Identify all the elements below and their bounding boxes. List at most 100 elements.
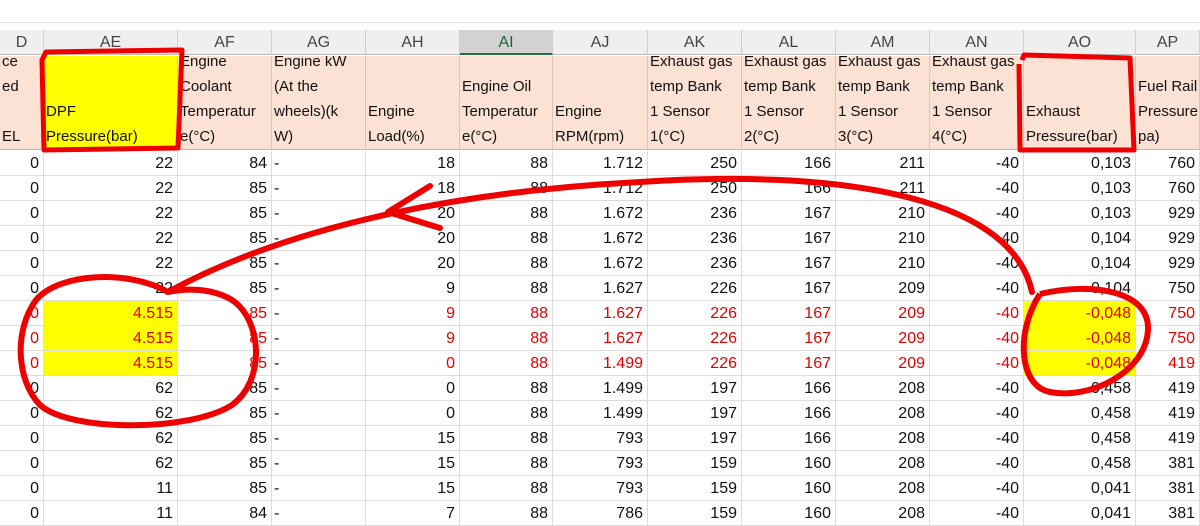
- header-cell-am[interactable]: Exhaust gas temp Bank 1 Sensor 3(°C): [836, 56, 930, 150]
- cell-ag-row-2[interactable]: -: [272, 176, 366, 201]
- cell-af-row-1[interactable]: 84: [178, 151, 272, 176]
- cell-d-row-13[interactable]: 0: [0, 451, 44, 476]
- cell-ap-row-13[interactable]: 381: [1136, 451, 1200, 476]
- cell-ah-row-3[interactable]: 20: [366, 201, 460, 226]
- cell-ak-row-3[interactable]: 236: [648, 201, 742, 226]
- cell-ag-row-5[interactable]: -: [272, 251, 366, 276]
- cell-ah-row-14[interactable]: 15: [366, 476, 460, 501]
- cell-ap-row-12[interactable]: 419: [1136, 426, 1200, 451]
- cell-aj-row-3[interactable]: 1.672: [553, 201, 648, 226]
- cell-an-row-12[interactable]: -40: [930, 426, 1024, 451]
- cell-ae-row-3[interactable]: 22: [44, 201, 178, 226]
- header-cell-ap[interactable]: Fuel Rail Pressure pa): [1136, 56, 1200, 150]
- column-header-am[interactable]: AM: [836, 30, 930, 55]
- cell-an-row-8[interactable]: -40: [930, 326, 1024, 351]
- header-cell-ag[interactable]: Engine kW (At the wheels)(k W): [272, 56, 366, 150]
- cell-ah-row-10[interactable]: 0: [366, 376, 460, 401]
- cell-al-row-8[interactable]: 167: [742, 326, 836, 351]
- cell-ag-row-10[interactable]: -: [272, 376, 366, 401]
- cell-d-row-9[interactable]: 0: [0, 351, 44, 376]
- cell-af-row-11[interactable]: 85: [178, 401, 272, 426]
- cell-am-row-6[interactable]: 209: [836, 276, 930, 301]
- cell-am-row-3[interactable]: 210: [836, 201, 930, 226]
- cell-ak-row-6[interactable]: 226: [648, 276, 742, 301]
- header-cell-ak[interactable]: Exhaust gas temp Bank 1 Sensor 1(°C): [648, 56, 742, 150]
- column-header-an[interactable]: AN: [930, 30, 1024, 55]
- cell-af-row-9[interactable]: 85: [178, 351, 272, 376]
- cell-am-row-7[interactable]: 209: [836, 301, 930, 326]
- cell-ag-row-12[interactable]: -: [272, 426, 366, 451]
- cell-ak-row-9[interactable]: 226: [648, 351, 742, 376]
- header-cell-af[interactable]: Engine Coolant Temperatur e(°C): [178, 56, 272, 150]
- cell-ap-row-4[interactable]: 929: [1136, 226, 1200, 251]
- column-header-ae[interactable]: AE: [44, 30, 178, 55]
- header-cell-ai[interactable]: Engine Oil Temperatur e(°C): [460, 56, 553, 150]
- cell-ag-row-8[interactable]: -: [272, 326, 366, 351]
- cell-af-row-3[interactable]: 85: [178, 201, 272, 226]
- cell-ae-row-9[interactable]: 4.515: [44, 351, 178, 376]
- column-header-af[interactable]: AF: [178, 30, 272, 55]
- cell-ap-row-2[interactable]: 760: [1136, 176, 1200, 201]
- cell-am-row-11[interactable]: 208: [836, 401, 930, 426]
- column-header-al[interactable]: AL: [742, 30, 836, 55]
- cell-ai-row-7[interactable]: 88: [460, 301, 553, 326]
- cell-ai-row-10[interactable]: 88: [460, 376, 553, 401]
- cell-ag-row-11[interactable]: -: [272, 401, 366, 426]
- cell-af-row-8[interactable]: 85: [178, 326, 272, 351]
- cell-ao-row-3[interactable]: 0,103: [1024, 201, 1136, 226]
- cell-am-row-2[interactable]: 211: [836, 176, 930, 201]
- cell-d-row-4[interactable]: 0: [0, 226, 44, 251]
- cell-ak-row-10[interactable]: 197: [648, 376, 742, 401]
- cell-ae-row-10[interactable]: 62: [44, 376, 178, 401]
- cell-al-row-5[interactable]: 167: [742, 251, 836, 276]
- cell-ai-row-4[interactable]: 88: [460, 226, 553, 251]
- cell-ao-row-15[interactable]: 0,041: [1024, 501, 1136, 526]
- cell-ae-row-11[interactable]: 62: [44, 401, 178, 426]
- cell-ak-row-5[interactable]: 236: [648, 251, 742, 276]
- cell-ao-row-14[interactable]: 0,041: [1024, 476, 1136, 501]
- cell-aj-row-12[interactable]: 793: [553, 426, 648, 451]
- cell-d-row-8[interactable]: 0: [0, 326, 44, 351]
- cell-ak-row-1[interactable]: 250: [648, 151, 742, 176]
- cell-al-row-2[interactable]: 166: [742, 176, 836, 201]
- cell-aj-row-2[interactable]: 1.712: [553, 176, 648, 201]
- cell-ah-row-8[interactable]: 9: [366, 326, 460, 351]
- cell-aj-row-5[interactable]: 1.672: [553, 251, 648, 276]
- cell-ae-row-7[interactable]: 4.515: [44, 301, 178, 326]
- cell-an-row-10[interactable]: -40: [930, 376, 1024, 401]
- cell-ap-row-10[interactable]: 419: [1136, 376, 1200, 401]
- cell-aj-row-11[interactable]: 1.499: [553, 401, 648, 426]
- cell-ag-row-4[interactable]: -: [272, 226, 366, 251]
- cell-ap-row-3[interactable]: 929: [1136, 201, 1200, 226]
- cell-am-row-14[interactable]: 208: [836, 476, 930, 501]
- cell-ak-row-8[interactable]: 226: [648, 326, 742, 351]
- cell-ai-row-2[interactable]: 88: [460, 176, 553, 201]
- cell-ao-row-2[interactable]: 0,103: [1024, 176, 1136, 201]
- cell-an-row-7[interactable]: -40: [930, 301, 1024, 326]
- cell-ah-row-15[interactable]: 7: [366, 501, 460, 526]
- cell-ai-row-15[interactable]: 88: [460, 501, 553, 526]
- cell-an-row-3[interactable]: -40: [930, 201, 1024, 226]
- cell-ap-row-7[interactable]: 750: [1136, 301, 1200, 326]
- cell-al-row-4[interactable]: 167: [742, 226, 836, 251]
- cell-an-row-14[interactable]: -40: [930, 476, 1024, 501]
- cell-ao-row-12[interactable]: 0,458: [1024, 426, 1136, 451]
- cell-al-row-12[interactable]: 166: [742, 426, 836, 451]
- cell-ae-row-5[interactable]: 22: [44, 251, 178, 276]
- cell-d-row-12[interactable]: 0: [0, 426, 44, 451]
- cell-an-row-15[interactable]: -40: [930, 501, 1024, 526]
- cell-ap-row-6[interactable]: 750: [1136, 276, 1200, 301]
- cell-d-row-7[interactable]: 0: [0, 301, 44, 326]
- cell-ag-row-1[interactable]: -: [272, 151, 366, 176]
- column-header-ah[interactable]: AH: [366, 30, 460, 55]
- cell-ao-row-4[interactable]: 0,104: [1024, 226, 1136, 251]
- cell-an-row-9[interactable]: -40: [930, 351, 1024, 376]
- cell-ap-row-15[interactable]: 381: [1136, 501, 1200, 526]
- cell-aj-row-8[interactable]: 1.627: [553, 326, 648, 351]
- cell-d-row-5[interactable]: 0: [0, 251, 44, 276]
- cell-d-row-10[interactable]: 0: [0, 376, 44, 401]
- column-header-ai[interactable]: AI: [460, 30, 553, 55]
- cell-ai-row-12[interactable]: 88: [460, 426, 553, 451]
- cell-ag-row-15[interactable]: -: [272, 501, 366, 526]
- cell-ak-row-2[interactable]: 250: [648, 176, 742, 201]
